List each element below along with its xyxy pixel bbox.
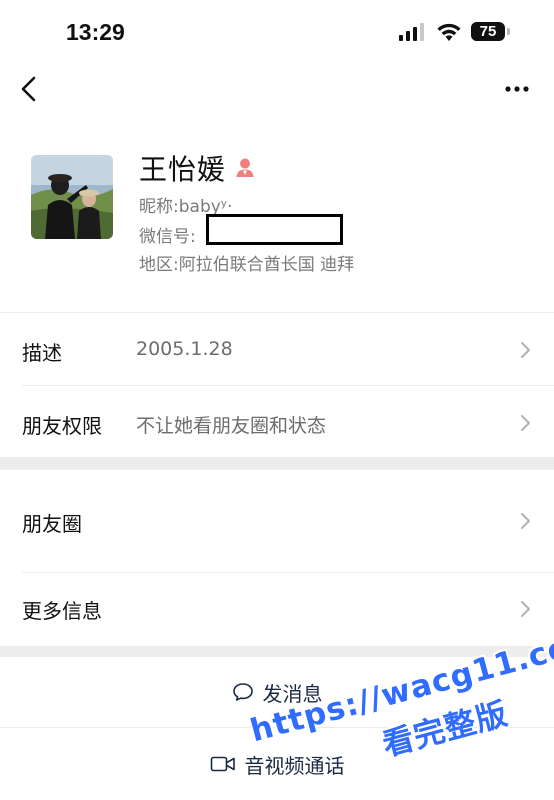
chevron-right-icon	[521, 342, 530, 358]
wechat-id-line: 微信号:	[139, 222, 196, 247]
chat-bubble-icon	[232, 683, 253, 701]
video-call-label: 音视频通话	[244, 753, 345, 778]
female-user-icon	[236, 158, 254, 177]
battery-tip	[507, 28, 510, 35]
row-label: 更多信息	[22, 599, 102, 623]
row-more-info[interactable]: 更多信息	[0, 573, 554, 646]
row-label: 朋友权限	[22, 414, 102, 438]
row-moments[interactable]: 朋友圈	[0, 470, 554, 572]
video-call-button[interactable]: 音视频通话	[0, 728, 554, 800]
row-label: 朋友圈	[22, 512, 82, 536]
profile-name: 王怡媛	[139, 153, 227, 186]
row-label: 描述	[22, 341, 62, 365]
region-line: 地区:阿拉伯联合酋长国 迪拜	[139, 250, 354, 275]
nickname-label: 昵称:	[139, 197, 179, 217]
battery-percent: 75	[479, 23, 497, 40]
send-message-button[interactable]: 发消息	[0, 657, 554, 727]
send-message-label: 发消息	[262, 681, 323, 706]
section-gap	[0, 646, 554, 657]
wifi-icon	[437, 23, 461, 41]
row-friend-permissions[interactable]: 朋友权限 不让她看朋友圈和状态	[0, 386, 554, 457]
chevron-left-icon[interactable]	[14, 72, 44, 106]
more-dots-icon[interactable]	[500, 76, 536, 102]
video-camera-icon	[210, 756, 235, 772]
status-bar: 13:29 75	[0, 0, 554, 64]
status-time: 13:29	[66, 19, 125, 45]
section-gap	[0, 457, 554, 470]
redaction-box	[206, 214, 343, 245]
battery-indicator: 75	[471, 22, 505, 41]
chevron-right-icon	[521, 601, 530, 617]
region-label: 地区:	[139, 255, 179, 275]
row-value: 2005.1.28	[136, 338, 233, 360]
cellular-signal-icon	[399, 23, 424, 41]
region-value: 阿拉伯联合酋长国 迪拜	[178, 255, 355, 275]
chevron-right-icon	[521, 415, 530, 431]
avatar[interactable]	[31, 155, 113, 239]
row-description[interactable]: 描述 2005.1.28	[0, 313, 554, 386]
row-value: 不让她看朋友圈和状态	[136, 415, 327, 437]
chevron-right-icon	[521, 513, 530, 529]
wechat-id-label: 微信号:	[139, 227, 196, 247]
